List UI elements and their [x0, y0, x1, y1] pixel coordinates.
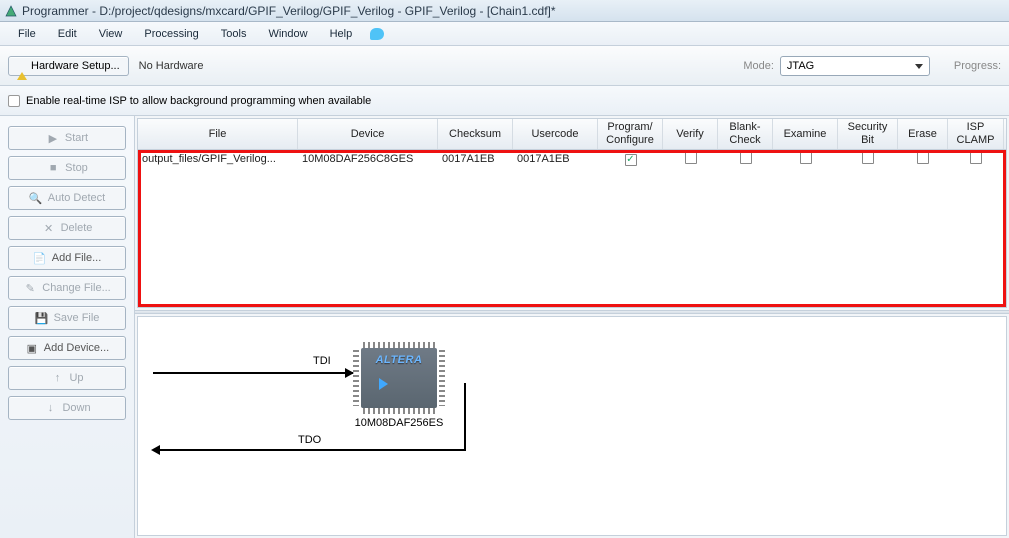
cell-file: output_files/GPIF_Verilog... — [138, 152, 298, 166]
col-blank[interactable]: Blank- Check — [718, 119, 773, 149]
arrow-down-icon: ↓ — [43, 401, 57, 415]
app-icon — [4, 4, 18, 18]
stop-button[interactable]: ■Stop — [8, 156, 126, 180]
change-file-icon: ✎ — [23, 281, 37, 295]
security-checkbox[interactable] — [862, 152, 874, 164]
highlight-box — [138, 150, 1006, 307]
verify-checkbox[interactable] — [685, 152, 697, 164]
delete-icon: ✕ — [42, 221, 56, 235]
right-panel: File Device Checksum Usercode Program/ C… — [135, 116, 1009, 538]
menu-view[interactable]: View — [89, 26, 133, 42]
cell-erase — [898, 151, 948, 168]
cell-verify — [663, 151, 718, 168]
tdo-wire — [153, 449, 466, 451]
menu-bar: File Edit View Processing Tools Window H… — [0, 22, 1009, 46]
add-file-icon: 📄 — [33, 251, 47, 265]
chip-play-icon — [379, 378, 388, 390]
save-icon: 💾 — [35, 311, 49, 325]
menu-edit[interactable]: Edit — [48, 26, 87, 42]
col-program[interactable]: Program/ Configure — [598, 119, 663, 149]
chip-pins-icon — [439, 350, 445, 406]
auto-detect-button[interactable]: 🔍Auto Detect — [8, 186, 126, 210]
up-button[interactable]: ↑Up — [8, 366, 126, 390]
menu-help[interactable]: Help — [320, 26, 363, 42]
mode-select[interactable]: JTAG — [780, 56, 930, 76]
blank-checkbox[interactable] — [740, 152, 752, 164]
cell-blank — [718, 151, 773, 168]
cell-checksum: 0017A1EB — [438, 152, 513, 166]
change-file-button[interactable]: ✎Change File... — [8, 276, 126, 300]
chip-body: ALTERA — [361, 348, 437, 408]
tdo-arrow-icon — [151, 445, 160, 455]
chip-pins-icon — [363, 408, 435, 414]
menu-file[interactable]: File — [8, 26, 46, 42]
cell-program — [598, 152, 663, 167]
delete-button[interactable]: ✕Delete — [8, 216, 126, 240]
tdo-wire — [464, 383, 466, 451]
arrow-up-icon: ↑ — [50, 371, 64, 385]
title-bar: Programmer - D:/project/qdesigns/mxcard/… — [0, 0, 1009, 22]
progress-label: Progress: — [954, 60, 1001, 72]
hardware-setup-button[interactable]: Hardware Setup... — [8, 56, 129, 76]
examine-checkbox[interactable] — [800, 152, 812, 164]
binoculars-icon: 🔍 — [29, 191, 43, 205]
mode-label: Mode: — [743, 60, 774, 72]
options-row: Enable real-time ISP to allow background… — [0, 86, 1009, 116]
device-table: File Device Checksum Usercode Program/ C… — [137, 118, 1007, 308]
toolbar: Hardware Setup... No Hardware Mode: JTAG… — [0, 46, 1009, 86]
cell-usercode: 0017A1EB — [513, 152, 598, 166]
table-row[interactable]: output_files/GPIF_Verilog... 10M08DAF256… — [138, 150, 1006, 168]
col-checksum[interactable]: Checksum — [438, 119, 513, 149]
erase-checkbox[interactable] — [917, 152, 929, 164]
col-verify[interactable]: Verify — [663, 119, 718, 149]
menu-processing[interactable]: Processing — [134, 26, 208, 42]
menu-window[interactable]: Window — [258, 26, 317, 42]
cell-isp — [948, 151, 1004, 168]
isp-checkbox[interactable] — [970, 152, 982, 164]
hw-setup-icon — [17, 60, 27, 72]
chain-view: TDI ALTERA 10M08DAF256ES TDO — [137, 316, 1007, 536]
main-layout: ▶Start ■Stop 🔍Auto Detect ✕Delete 📄Add F… — [0, 116, 1009, 538]
down-button[interactable]: ↓Down — [8, 396, 126, 420]
altera-logo: ALTERA — [376, 354, 423, 366]
table-header: File Device Checksum Usercode Program/ C… — [138, 119, 1006, 150]
help-bubble-icon[interactable] — [370, 28, 384, 40]
add-file-button[interactable]: 📄Add File... — [8, 246, 126, 270]
col-erase[interactable]: Erase — [898, 119, 948, 149]
program-checkbox[interactable] — [625, 154, 637, 166]
splitter[interactable] — [135, 310, 1009, 314]
left-panel: ▶Start ■Stop 🔍Auto Detect ✕Delete 📄Add F… — [0, 116, 135, 538]
chip-pins-icon — [353, 350, 359, 406]
col-device[interactable]: Device — [298, 119, 438, 149]
cell-device: 10M08DAF256C8GES — [298, 152, 438, 166]
tdo-label: TDO — [298, 434, 321, 446]
add-device-button[interactable]: ▣Add Device... — [8, 336, 126, 360]
realtime-isp-checkbox[interactable] — [8, 95, 20, 107]
add-device-icon: ▣ — [25, 341, 39, 355]
chip[interactable]: ALTERA — [353, 342, 445, 414]
col-usercode[interactable]: Usercode — [513, 119, 598, 149]
realtime-isp-label: Enable real-time ISP to allow background… — [26, 95, 371, 107]
col-file[interactable]: File — [138, 119, 298, 149]
hardware-status: No Hardware — [139, 60, 204, 72]
menu-tools[interactable]: Tools — [211, 26, 257, 42]
cell-security — [838, 151, 898, 168]
stop-icon: ■ — [46, 161, 60, 175]
tdi-label: TDI — [313, 355, 331, 367]
play-icon: ▶ — [46, 131, 60, 145]
col-examine[interactable]: Examine — [773, 119, 838, 149]
col-security[interactable]: Security Bit — [838, 119, 898, 149]
tdi-wire — [153, 372, 353, 374]
col-isp[interactable]: ISP CLAMP — [948, 119, 1004, 149]
cell-examine — [773, 151, 838, 168]
window-title: Programmer - D:/project/qdesigns/mxcard/… — [22, 4, 556, 18]
chip-label: 10M08DAF256ES — [343, 417, 455, 429]
save-file-button[interactable]: 💾Save File — [8, 306, 126, 330]
start-button[interactable]: ▶Start — [8, 126, 126, 150]
